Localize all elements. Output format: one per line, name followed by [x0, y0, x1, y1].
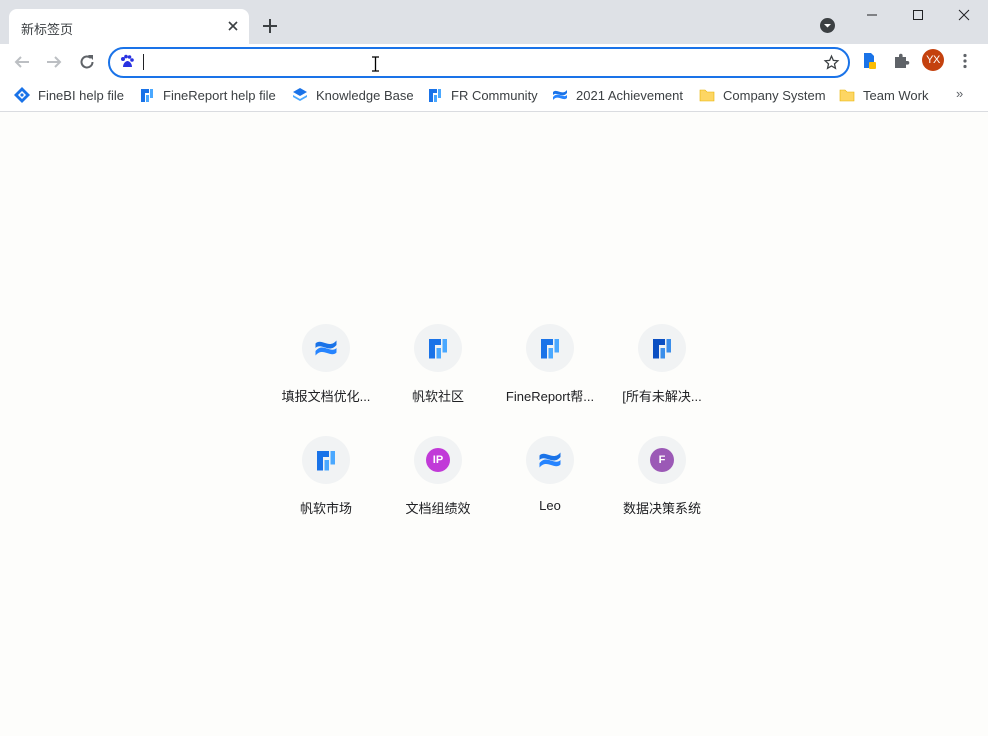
tab-strip: 新标签页 [0, 0, 988, 44]
confluence-icon [315, 340, 337, 356]
bookmark-label: FineBI help file [38, 87, 124, 103]
puzzle-icon [895, 53, 910, 68]
bookmark-fr-community[interactable]: FR Community [427, 85, 538, 105]
shortcut-label: Leo [539, 498, 561, 513]
minimize-icon [867, 14, 877, 16]
shortcut-icon-circle [526, 436, 574, 484]
finereport-icon [317, 451, 335, 471]
bookmark-finebi-help[interactable]: FineBI help file [14, 85, 124, 105]
forward-button[interactable] [42, 50, 66, 74]
bookmark-label: Company System [723, 87, 826, 103]
star-icon[interactable] [823, 54, 840, 71]
finereport-dark-icon [653, 339, 671, 359]
shortcut-icon-circle [638, 324, 686, 372]
folder-icon [699, 89, 715, 102]
shortcut-icon-circle: IP [414, 436, 462, 484]
more-vertical-icon [963, 53, 967, 69]
bookmarks-bar: FineBI help file FineReport help file Kn… [0, 80, 988, 112]
extension-button[interactable] [857, 49, 881, 73]
bookmark-label: Knowledge Base [316, 87, 414, 103]
bookmark-team-work[interactable]: Team Work [839, 85, 929, 105]
bookmark-label: FR Community [451, 87, 538, 103]
shortcut-tile[interactable]: IP 文档组绩效 [382, 436, 494, 546]
new-tab-page: 填报文档优化... 帆软社区 FineReport帮... [所有未解决... … [0, 112, 988, 736]
shortcut-icon-circle [302, 436, 350, 484]
finebi-icon [14, 87, 30, 103]
toolbar: YX [0, 44, 988, 80]
stack-icon [293, 88, 307, 101]
maximize-button[interactable] [895, 0, 941, 30]
new-tab-button[interactable] [258, 14, 282, 38]
folder-icon [839, 89, 855, 102]
maximize-icon [913, 10, 923, 20]
close-window-button[interactable] [941, 0, 987, 30]
shortcut-icon-circle [526, 324, 574, 372]
back-button[interactable] [10, 50, 34, 74]
address-bar[interactable] [108, 47, 850, 78]
bookmark-knowledge-base[interactable]: Knowledge Base [292, 85, 414, 105]
bookmark-company-system[interactable]: Company System [699, 85, 826, 105]
confluence-icon [553, 90, 567, 100]
address-input[interactable] [140, 53, 804, 74]
arrow-left-icon [14, 56, 29, 68]
tab-search-icon[interactable] [819, 17, 836, 34]
finereport-icon [141, 89, 153, 102]
reload-icon [80, 55, 94, 69]
shortcut-tile[interactable]: Leo [494, 436, 606, 546]
arrow-right-icon [47, 56, 62, 68]
bookmark-label: 2021 Achievement [576, 87, 683, 103]
close-window-icon [958, 9, 970, 21]
shortcut-tile[interactable]: [所有未解决... [606, 324, 718, 434]
shortcut-tile[interactable]: 帆软市场 [270, 436, 382, 546]
letter-icon: IP [426, 448, 450, 472]
extensions-menu-button[interactable] [889, 49, 913, 73]
shortcut-label: 填报文档优化... [281, 389, 371, 404]
letter-icon: F [650, 448, 674, 472]
shortcut-icon-circle: F [638, 436, 686, 484]
shortcut-tile[interactable]: FineReport帮... [494, 324, 606, 434]
shortcut-label: 文档组绩效 [405, 501, 471, 516]
close-icon[interactable] [225, 18, 241, 34]
bookmarks-overflow-button[interactable]: » [956, 86, 963, 101]
shortcut-tile[interactable]: 帆软社区 [382, 324, 494, 434]
tab-title: 新标签页 [21, 22, 74, 37]
shortcut-label: FineReport帮... [505, 389, 595, 404]
confluence-icon [539, 452, 561, 468]
bookmark-finereport-help[interactable]: FineReport help file [139, 85, 276, 105]
bookmark-2021-achievement[interactable]: 2021 Achievement [552, 85, 683, 105]
baidu-paw-icon [121, 54, 134, 67]
finereport-icon [429, 89, 441, 102]
text-caret [143, 54, 144, 70]
avatar[interactable]: YX [922, 49, 944, 71]
shortcut-label: 帆软社区 [411, 389, 464, 404]
document-extension-icon [864, 53, 876, 69]
reload-button[interactable] [75, 50, 99, 74]
shortcut-label: [所有未解决... [622, 389, 702, 404]
shortcut-tile[interactable]: 填报文档优化... [270, 324, 382, 434]
finereport-icon [429, 339, 447, 359]
bookmark-label: Team Work [863, 87, 929, 103]
finereport-icon [541, 339, 559, 359]
ibeam-cursor-icon [372, 56, 379, 72]
shortcut-icon-circle [302, 324, 350, 372]
minimize-button[interactable] [849, 0, 895, 30]
bookmark-label: FineReport help file [163, 87, 276, 103]
tab-new-tab[interactable]: 新标签页 [9, 9, 249, 44]
shortcut-label: 数据决策系统 [622, 501, 701, 516]
menu-button[interactable] [953, 49, 977, 73]
shortcut-tile[interactable]: F 数据决策系统 [606, 436, 718, 546]
shortcut-label: 帆软市场 [299, 501, 352, 516]
shortcut-icon-circle [414, 324, 462, 372]
